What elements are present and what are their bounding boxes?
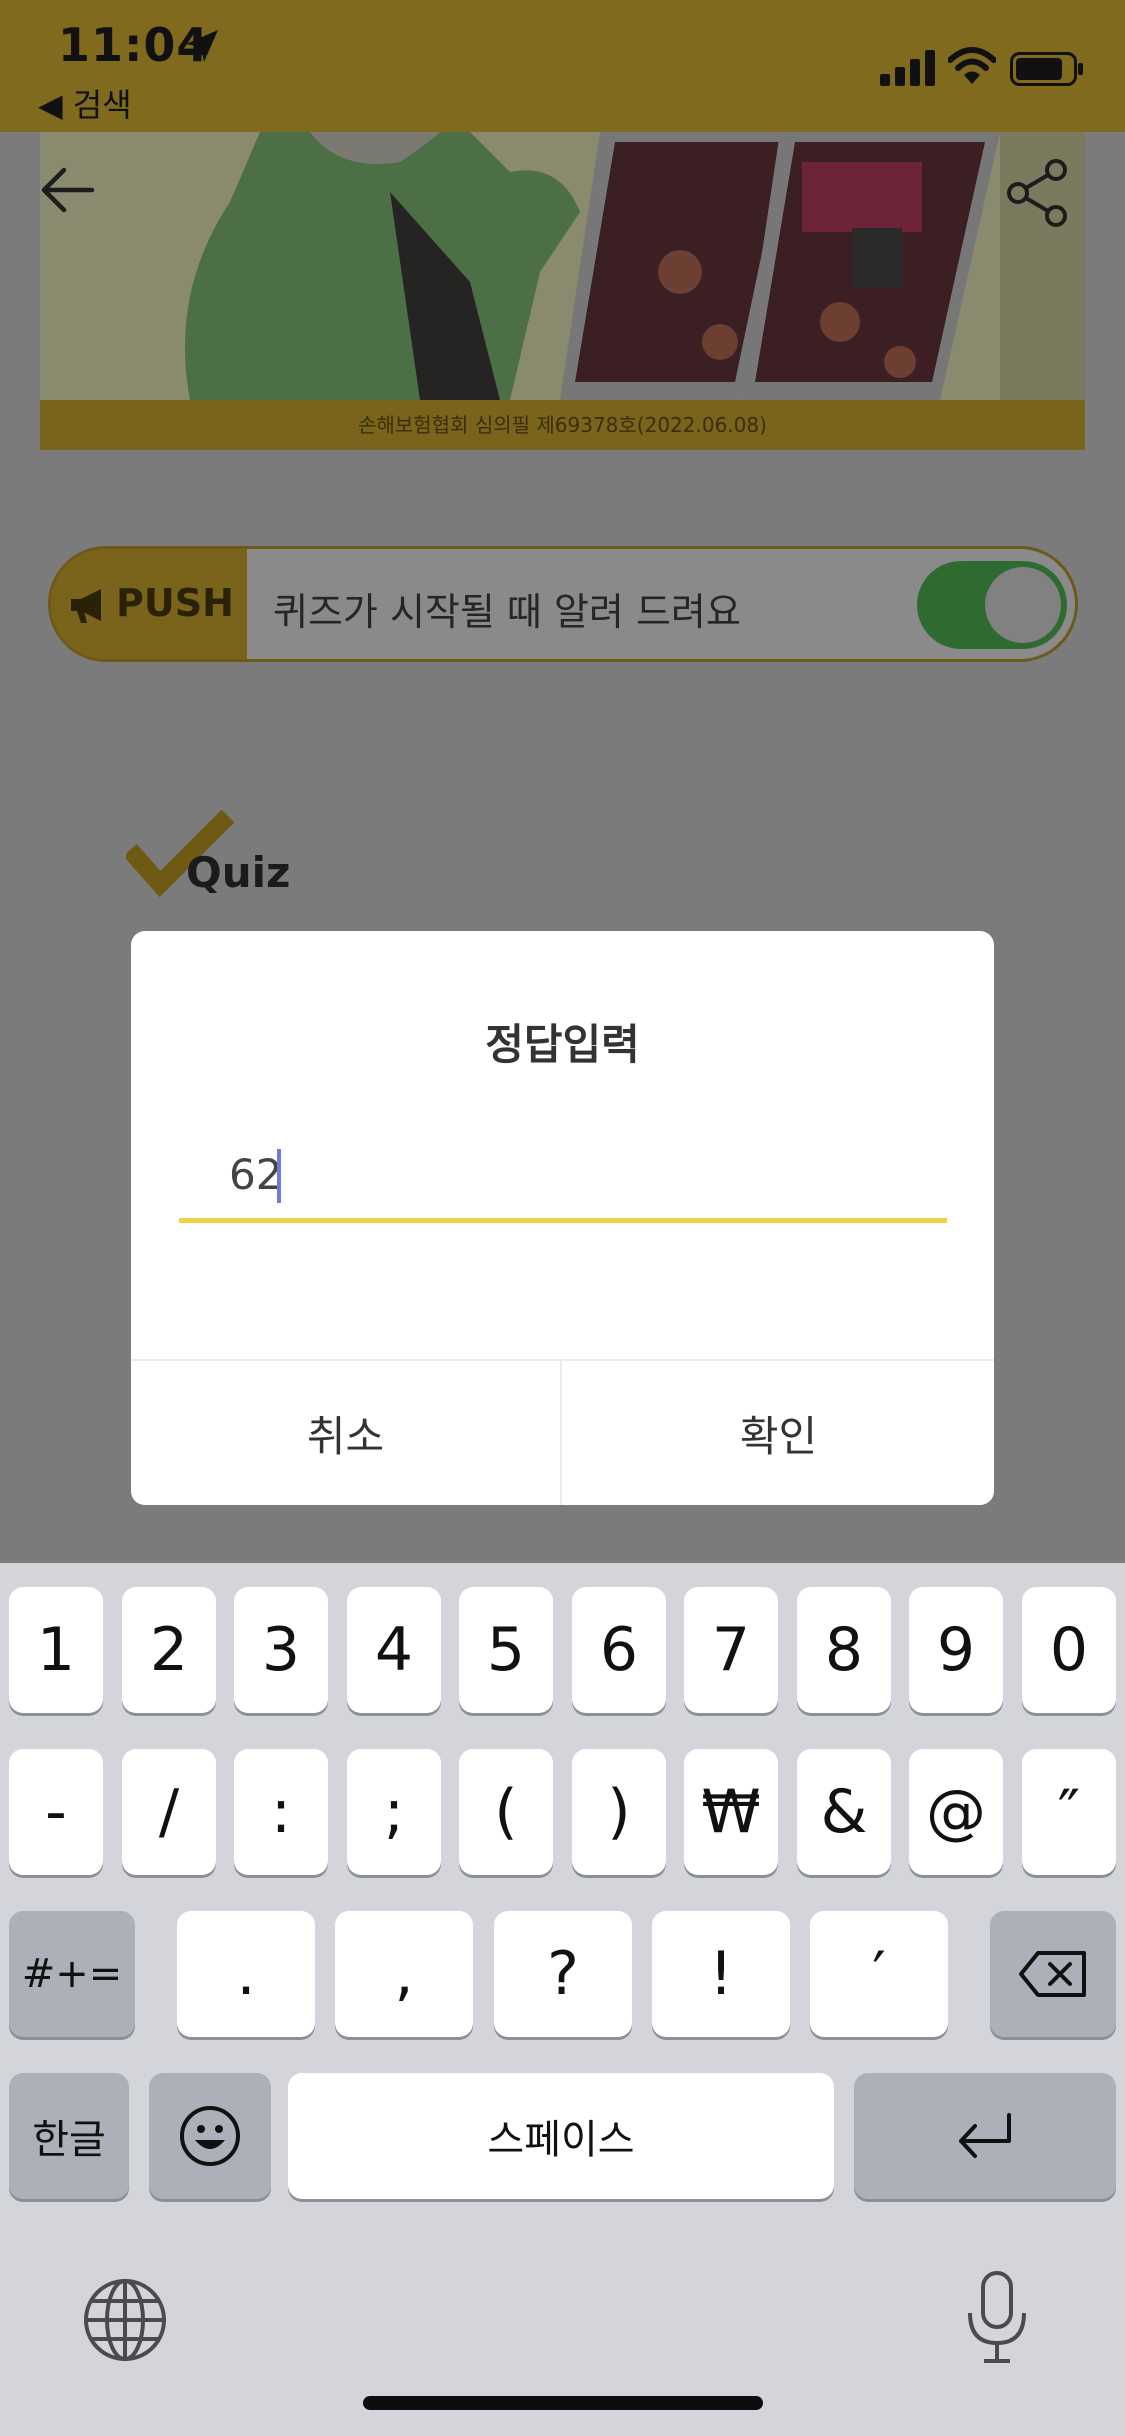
emoji-key[interactable]: [149, 2073, 271, 2199]
confirm-button[interactable]: 확인: [563, 1361, 994, 1505]
symbols-toggle-key[interactable]: #+=: [9, 1911, 135, 2037]
key-7[interactable]: 7: [684, 1587, 778, 1713]
language-key[interactable]: 한글: [9, 2073, 129, 2199]
wifi-icon: [948, 47, 996, 84]
text-cursor: [277, 1149, 281, 1203]
key-close-paren[interactable]: ): [572, 1749, 666, 1875]
share-icon[interactable]: [1006, 158, 1070, 228]
back-to-search-link[interactable]: ◀ 검색: [38, 80, 132, 126]
location-arrow-icon: [186, 30, 218, 62]
key-at[interactable]: @: [909, 1749, 1003, 1875]
dialog-title: 정답입력: [485, 1020, 640, 1069]
globe-icon[interactable]: [82, 2277, 168, 2363]
key-ampersand[interactable]: &: [797, 1749, 891, 1875]
status-bar: 11:04 ◀ 검색: [0, 0, 1125, 132]
key-colon[interactable]: :: [234, 1749, 328, 1875]
key-slash[interactable]: /: [122, 1749, 216, 1875]
numeric-keyboard: 1 2 3 4 5 6 7 8 9 0 - / : ; ( ) ₩ & @ ″ …: [0, 1563, 1125, 2436]
push-label: PUSH: [116, 581, 234, 625]
key-9[interactable]: 9: [909, 1587, 1003, 1713]
key-comma[interactable]: ,: [335, 1911, 473, 2037]
key-period[interactable]: .: [177, 1911, 315, 2037]
emoji-icon: [180, 2106, 240, 2166]
banner-image: [40, 132, 1085, 400]
key-4[interactable]: 4: [347, 1587, 441, 1713]
key-semicolon[interactable]: ;: [347, 1749, 441, 1875]
push-notification-row: PUSH 퀴즈가 시작될 때 알려 드려요: [48, 546, 1078, 662]
key-hyphen[interactable]: -: [9, 1749, 103, 1875]
delete-key[interactable]: [990, 1911, 1116, 2037]
answer-input[interactable]: [179, 1131, 947, 1223]
key-0[interactable]: 0: [1022, 1587, 1116, 1713]
return-icon: [959, 2113, 1011, 2158]
battery-icon: [1010, 52, 1083, 86]
home-indicator: [363, 2396, 763, 2410]
cellular-signal-icon: [880, 50, 935, 86]
key-3[interactable]: 3: [234, 1587, 328, 1713]
key-2[interactable]: 2: [122, 1587, 216, 1713]
key-8[interactable]: 8: [797, 1587, 891, 1713]
return-key[interactable]: [854, 2073, 1116, 2199]
backspace-icon: [1019, 1951, 1086, 1997]
push-label-box: PUSH: [51, 549, 247, 659]
space-key[interactable]: 스페이스: [288, 2073, 834, 2199]
microphone-icon[interactable]: [962, 2269, 1032, 2365]
answer-dialog: 정답입력 취소 확인: [131, 931, 994, 1505]
promo-banner[interactable]: 손해보험협회 심의필 제69378호(2022.06.08): [40, 132, 1085, 450]
key-exclamation[interactable]: !: [652, 1911, 790, 2037]
back-arrow-icon[interactable]: [38, 160, 98, 220]
quiz-heading: Quiz: [186, 848, 291, 897]
key-open-paren[interactable]: (: [459, 1749, 553, 1875]
key-question[interactable]: ?: [494, 1911, 632, 2037]
push-toggle-switch[interactable]: [917, 561, 1067, 649]
key-apostrophe[interactable]: ′: [810, 1911, 948, 2037]
push-description: 퀴즈가 시작될 때 알려 드려요: [273, 590, 741, 634]
key-5[interactable]: 5: [459, 1587, 553, 1713]
key-1[interactable]: 1: [9, 1587, 103, 1713]
key-6[interactable]: 6: [572, 1587, 666, 1713]
banner-caption: 손해보험협회 심의필 제69378호(2022.06.08): [40, 400, 1085, 450]
megaphone-icon: [71, 589, 101, 623]
cancel-button[interactable]: 취소: [131, 1361, 562, 1505]
toggle-knob: [985, 567, 1061, 643]
key-won[interactable]: ₩: [684, 1749, 778, 1875]
key-quote[interactable]: ″: [1022, 1749, 1116, 1875]
